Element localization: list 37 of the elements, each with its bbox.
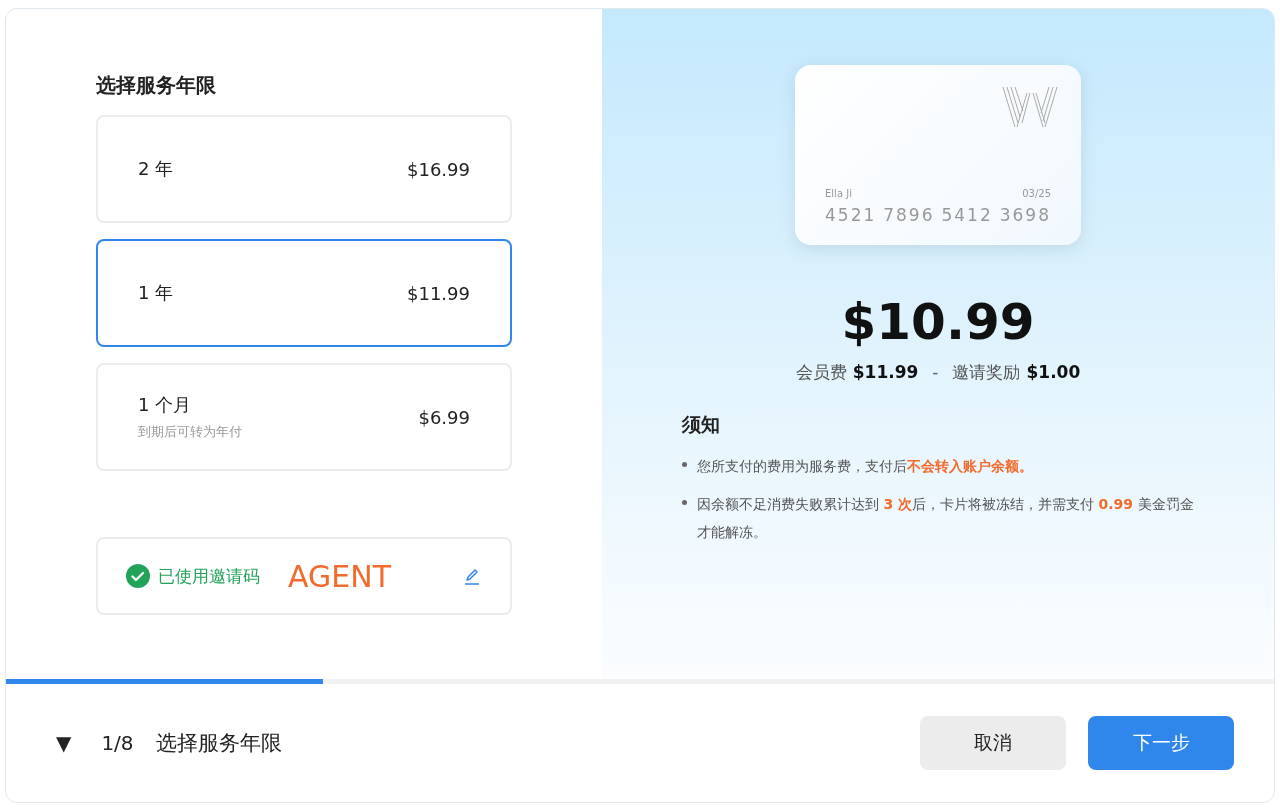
- step-counter: 1/8: [101, 731, 134, 755]
- card-number-group: 7896: [883, 205, 935, 225]
- invite-status: 已使用邀请码: [158, 564, 260, 588]
- plan-option[interactable]: 1 个月 到期后可转为年付 $6.99: [96, 363, 512, 471]
- plan-note: 到期后可转为年付: [138, 423, 242, 441]
- card-number-group: 5412: [941, 205, 993, 225]
- reward-amount: $1.00: [1026, 362, 1081, 382]
- card-expiry: 03/25: [1022, 188, 1051, 199]
- card-number-group: 3698: [999, 205, 1051, 225]
- plan-price: $6.99: [418, 406, 470, 428]
- plan-label: 1 年: [138, 281, 174, 305]
- bullet-icon: [682, 462, 687, 467]
- plan-option[interactable]: 2 年 $16.99: [96, 115, 512, 223]
- cancel-button[interactable]: 取消: [920, 716, 1066, 770]
- plan-label: 2 年: [138, 157, 174, 181]
- separator: -: [932, 362, 939, 382]
- bullet-icon: [682, 500, 687, 505]
- fee-amount: $11.99: [852, 362, 919, 382]
- plan-price: $16.99: [407, 158, 470, 180]
- cardholder-name: Ella Ji: [825, 188, 852, 199]
- plan-option[interactable]: 1 年 $11.99: [96, 239, 512, 347]
- card-number-group: 4521: [825, 205, 877, 225]
- total-price: $10.99: [841, 293, 1035, 351]
- notice-text: 您所支付的费用为服务费，支付后不会转入账户余额。: [697, 457, 1033, 476]
- plan-price: $11.99: [407, 282, 470, 304]
- next-button[interactable]: 下一步: [1088, 716, 1234, 770]
- notice-text: 因余额不足消费失败累计达到 3 次后，卡片将被冻结，并需支付 0.99 美金罚金才能解冻。: [697, 495, 1195, 542]
- edit-icon[interactable]: [462, 566, 482, 586]
- fee-label: 会员费: [795, 361, 847, 384]
- plan-label: 1 个月: [138, 393, 193, 417]
- invite-code: AGENT: [288, 558, 393, 594]
- notice-title: 须知: [682, 412, 721, 437]
- step-title: 选择服务年限: [155, 730, 282, 757]
- reward-label: 邀请奖励: [952, 361, 1021, 384]
- collapse-toggle[interactable]: ▼: [56, 731, 72, 755]
- section-title: 选择服务年限: [96, 72, 217, 99]
- logo-icon: [1001, 85, 1059, 129]
